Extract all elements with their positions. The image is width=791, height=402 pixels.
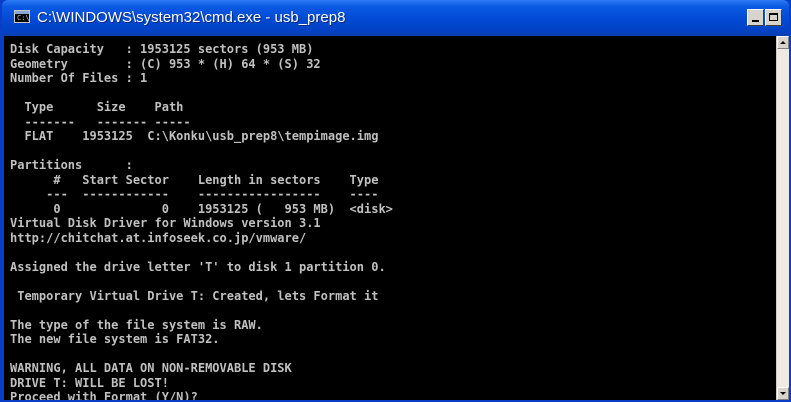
console-line: Virtual Disk Driver for Windows version … xyxy=(10,216,321,230)
console-line: WARNING, ALL DATA ON NON-REMOVABLE DISK xyxy=(10,361,292,375)
title-bar[interactable]: C:\ C:\WINDOWS\system32\cmd.exe - usb_pr… xyxy=(2,0,789,36)
console-output[interactable]: Disk Capacity : 1953125 sectors (953 MB)… xyxy=(4,36,776,400)
minimize-button[interactable] xyxy=(747,9,764,26)
vertical-scrollbar[interactable] xyxy=(776,36,789,400)
console-icon-text: C:\ xyxy=(17,14,30,22)
console-line: Disk Capacity : 1953125 sectors (953 MB) xyxy=(10,42,314,56)
console-line: Partitions : xyxy=(10,158,133,172)
window-title: C:\WINDOWS\system32\cmd.exe - usb_prep8 xyxy=(37,9,346,26)
console-line: Assigned the drive letter 'T' to disk 1 … xyxy=(10,259,386,274)
console-line: FLAT 1953125 C:\Konku\usb_prep8\tempimag… xyxy=(10,129,379,143)
console-line: http://chitchat.at.infoseek.co.jp/vmware… xyxy=(10,230,307,245)
console-line: DRIVE T: WILL BE LOST! xyxy=(10,375,169,390)
maximize-button[interactable] xyxy=(765,9,782,26)
minimize-icon xyxy=(752,20,759,22)
console-line: Temporary Virtual Drive T: Created, lets… xyxy=(10,288,379,303)
console-line: --- ------------ ----------------- ---- xyxy=(10,187,379,201)
console-line: Type Size Path xyxy=(10,100,184,114)
console-line: 0 0 1953125 ( 953 MB) <disk> xyxy=(10,201,393,216)
console-icon[interactable]: C:\ xyxy=(14,10,30,23)
console-text: Disk Capacity : 1953125 sectors (953 MB)… xyxy=(10,42,393,400)
arrow-down-icon xyxy=(780,392,786,395)
cmd-window: C:\ C:\WINDOWS\system32\cmd.exe - usb_pr… xyxy=(0,0,791,402)
console-line: The type of the file system is RAW. xyxy=(10,317,263,332)
console-line: # Start Sector Length in sectors Type xyxy=(10,172,379,187)
scroll-down-button[interactable] xyxy=(777,387,789,400)
arrow-up-icon xyxy=(780,41,786,44)
scroll-up-button[interactable] xyxy=(777,36,789,49)
console-line: Geometry : (C) 953 * (H) 64 * (S) 32 xyxy=(10,56,321,71)
maximize-icon xyxy=(769,13,778,21)
console-line: Number Of Files : 1 xyxy=(10,71,148,85)
console-line: The new file system is FAT32. xyxy=(10,332,220,346)
console-line: Proceed with Format (Y/N)? xyxy=(10,390,198,400)
console-line: ------- ------- ----- xyxy=(10,114,191,129)
